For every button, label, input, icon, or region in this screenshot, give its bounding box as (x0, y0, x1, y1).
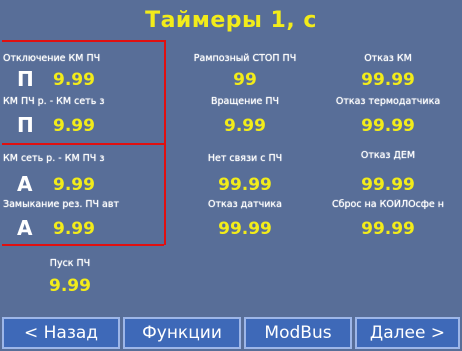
value-otkaz-dem[interactable]: 99.99 (314, 175, 462, 195)
label-km-set-r: КМ сеть р. - КМ ПЧ з (3, 153, 105, 164)
label-sbros: Сброс на КОЙЛОсфе н (331, 199, 444, 210)
label-ramp-stop: Рампозный СТОП ПЧ (193, 53, 297, 64)
value-ramp-stop[interactable]: 99 (170, 70, 320, 90)
value-pusk-pch[interactable]: 9.99 (30, 276, 110, 296)
label-km-pch-r: КМ ПЧ р. - КМ сеть з (3, 96, 105, 107)
value-zamykanie[interactable]: 9.99 (53, 219, 95, 239)
value-otkaz-termodatchika[interactable]: 99.99 (314, 116, 462, 136)
mode-km-set-r[interactable]: А (17, 172, 32, 196)
label-km-off: Отключение КМ ПЧ (3, 53, 101, 64)
label-net-svyazi: Нет связи с ПЧ (207, 153, 283, 164)
value-net-svyazi[interactable]: 99.99 (170, 175, 320, 195)
functions-button[interactable]: Функции (123, 317, 241, 349)
value-otkaz-datchika[interactable]: 99.99 (170, 219, 320, 239)
label-otkaz-km: Отказ КМ (364, 53, 412, 64)
value-km-off[interactable]: 9.99 (53, 70, 95, 90)
label-pusk-pch: Пуск ПЧ (49, 258, 91, 269)
frame-bottom-line (2, 244, 164, 246)
frame-mid-line (2, 143, 164, 145)
mode-zamykanie[interactable]: А (17, 216, 32, 240)
value-km-pch-r[interactable]: 9.99 (53, 116, 95, 136)
next-button[interactable]: Далее > (355, 317, 460, 349)
value-km-set-r[interactable]: 9.99 (53, 175, 95, 195)
mode-km-pch-r[interactable]: П (17, 113, 34, 137)
back-button[interactable]: < Назад (2, 317, 120, 349)
mode-km-off[interactable]: П (17, 67, 34, 91)
label-zamykanie: Замыкание рез. ПЧ авт (3, 199, 119, 210)
frame-top-line (2, 40, 164, 42)
value-otkaz-km[interactable]: 99.99 (314, 70, 462, 90)
label-otkaz-termodatchika: Отказ термодатчика (335, 96, 441, 107)
label-otkaz-datchika: Отказ датчика (208, 199, 282, 210)
value-vrashchenie[interactable]: 9.99 (170, 116, 320, 136)
page-title: Таймеры 1, с (145, 8, 317, 33)
frame-right-line-top (164, 40, 166, 144)
frame-right-line-bottom (164, 143, 166, 245)
modbus-button[interactable]: ModBus (244, 317, 352, 349)
value-sbros[interactable]: 99.99 (314, 219, 462, 239)
label-vrashchenie: Вращение ПЧ (210, 96, 280, 107)
label-otkaz-dem: Отказ ДЕМ (360, 150, 416, 161)
